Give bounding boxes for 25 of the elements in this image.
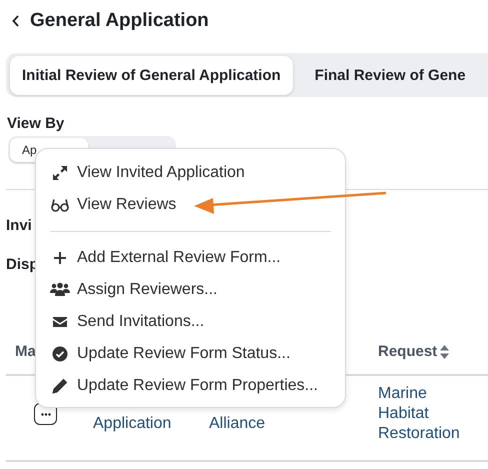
menu-item[interactable]: Update Review Form Status... (36, 338, 345, 370)
ellipsis-icon (40, 412, 50, 416)
glasses-icon (51, 197, 69, 213)
expand-icon (52, 165, 68, 181)
page-title: General Application (30, 10, 209, 32)
menu-item[interactable]: Update Review Form Properties... (36, 370, 345, 402)
plus-icon (52, 250, 68, 266)
field-label: Invi (6, 217, 33, 234)
menu-item[interactable]: Add External Review Form... (36, 242, 345, 274)
table-link[interactable]: Marine Habitat Restoration (378, 384, 488, 444)
back-icon[interactable] (12, 15, 20, 27)
envelope-icon (52, 314, 68, 330)
tab[interactable]: Final Review of Gene (302, 56, 478, 94)
check-circle-icon (52, 346, 68, 362)
menu-item[interactable]: View Reviews (36, 189, 345, 221)
view-by-label: View By (7, 115, 66, 132)
pencil-icon (52, 378, 68, 394)
column-header: Ma (14, 343, 36, 360)
users-icon (50, 282, 70, 298)
column-header[interactable]: Request (378, 343, 450, 360)
menu-item[interactable]: View Invited Application (36, 157, 345, 189)
menu-item[interactable]: Assign Reviewers... (36, 274, 345, 306)
tab[interactable]: Initial Review of General Application (10, 56, 293, 94)
sort-icon (440, 344, 450, 358)
menu-item[interactable]: Send Invitations... (36, 306, 345, 338)
